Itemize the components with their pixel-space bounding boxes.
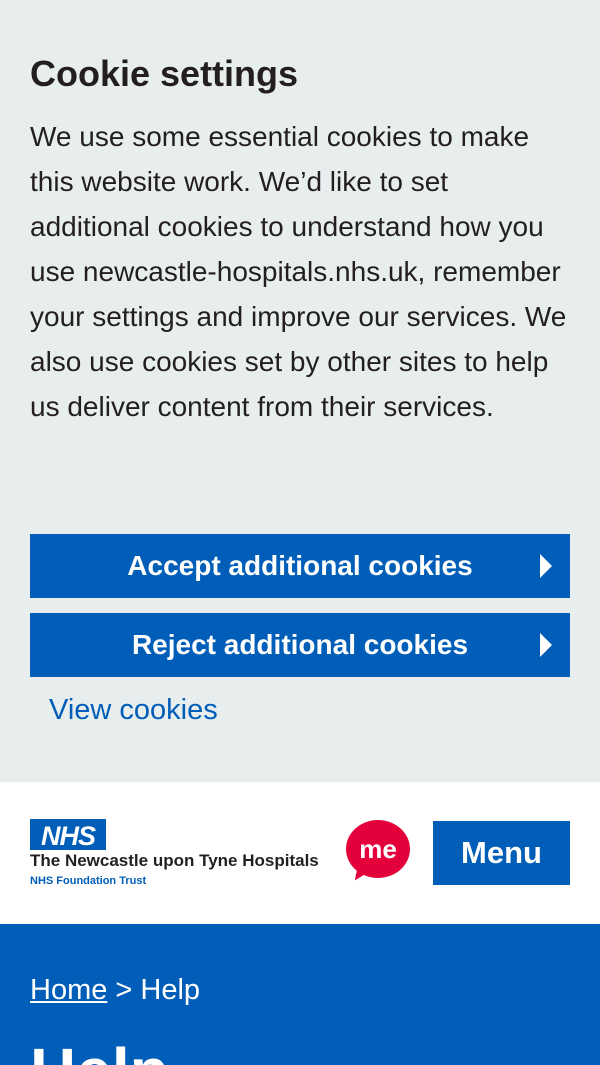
- cookie-description: We use some essential cookies to make th…: [30, 121, 567, 422]
- reject-cookies-button[interactable]: Reject additional cookies: [30, 613, 570, 677]
- breadcrumb-current: Help: [140, 974, 201, 1006]
- trust-subtitle: NHS Foundation Trust: [30, 875, 147, 887]
- page-title: Help: [30, 1036, 169, 1065]
- trust-logo[interactable]: NHS The Newcastle upon Tyne Hospitals NH…: [30, 819, 420, 889]
- me-speech-bubble-icon: me: [346, 820, 410, 885]
- accept-cookies-label: Accept additional cookies: [127, 550, 473, 581]
- site-header: NHS The Newcastle upon Tyne Hospitals NH…: [0, 782, 600, 924]
- cookie-banner: Cookie settings We use some essential co…: [0, 0, 600, 782]
- breadcrumb: Home > Help: [30, 974, 200, 1007]
- chevron-right-icon: [540, 554, 552, 578]
- trust-name: The Newcastle upon Tyne Hospitals: [30, 851, 319, 870]
- reject-cookies-label: Reject additional cookies: [131, 629, 469, 660]
- breadcrumb-separator: >: [115, 974, 133, 1006]
- cookie-title: Cookie settings: [30, 53, 299, 94]
- accept-cookies-button[interactable]: Accept additional cookies: [30, 534, 570, 598]
- breadcrumb-home-link[interactable]: Home: [30, 974, 107, 1006]
- nhs-logo-mark: NHS: [30, 819, 106, 851]
- view-cookies-link[interactable]: View cookies: [49, 694, 218, 727]
- me-badge-text: me: [346, 820, 410, 878]
- page-hero: Home > Help Help: [0, 924, 600, 1065]
- menu-button[interactable]: Menu: [433, 821, 570, 885]
- chevron-right-icon: [540, 633, 552, 657]
